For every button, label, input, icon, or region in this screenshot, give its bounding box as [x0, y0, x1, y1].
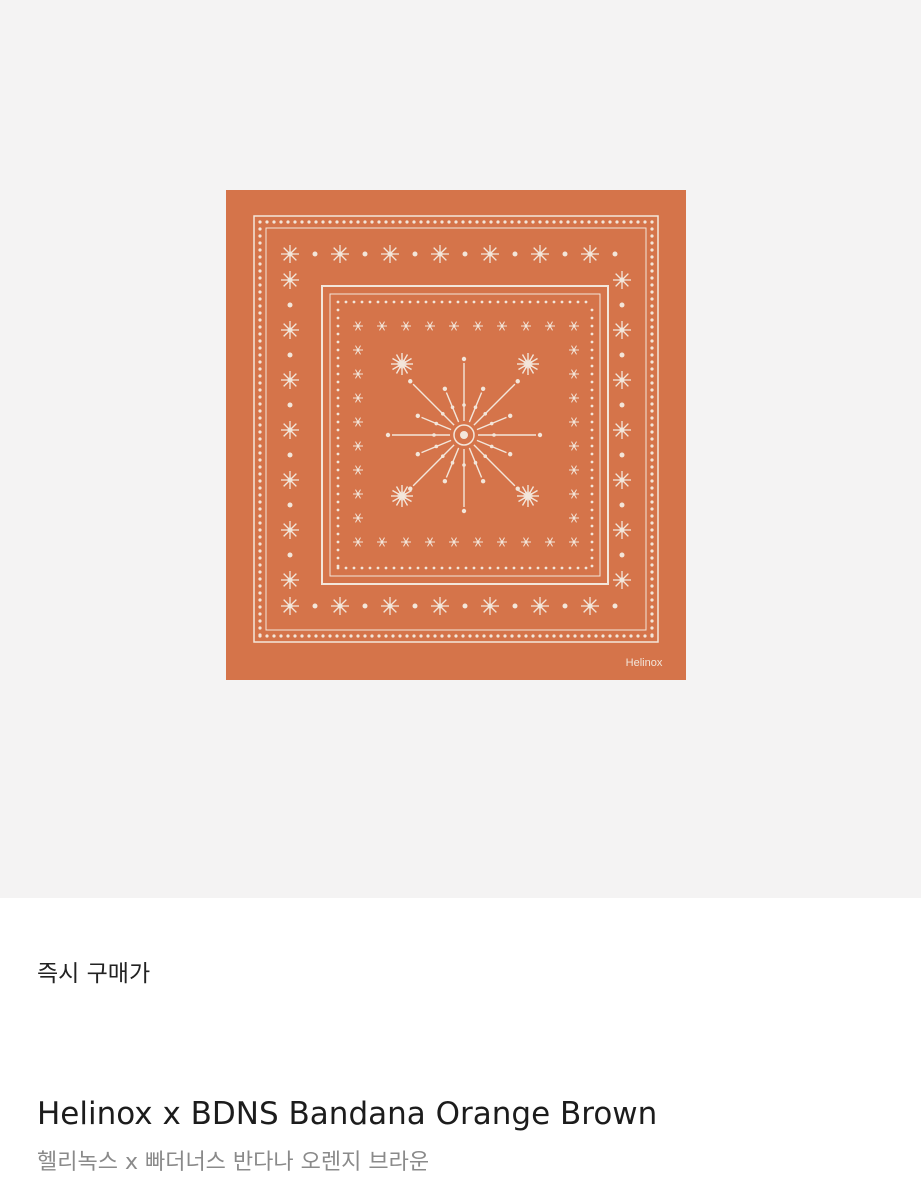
product-info: 즉시 구매가 Helinox x BDNS Bandana Orange Bro…	[0, 898, 921, 1200]
helinox-logo: Helinox	[626, 657, 663, 669]
product-image-area[interactable]: Helinox	[0, 0, 921, 898]
bandana-graphic: Helinox	[226, 190, 686, 680]
instant-buy-price-label: 즉시 구매가	[37, 961, 151, 987]
product-image[interactable]: Helinox	[226, 190, 686, 680]
product-title-korean[interactable]: 헬리녹스 x 빠더너스 반다나 오렌지 브라운	[37, 1144, 429, 1176]
product-title-english[interactable]: Helinox x BDNS Bandana Orange Brown	[37, 1096, 657, 1132]
